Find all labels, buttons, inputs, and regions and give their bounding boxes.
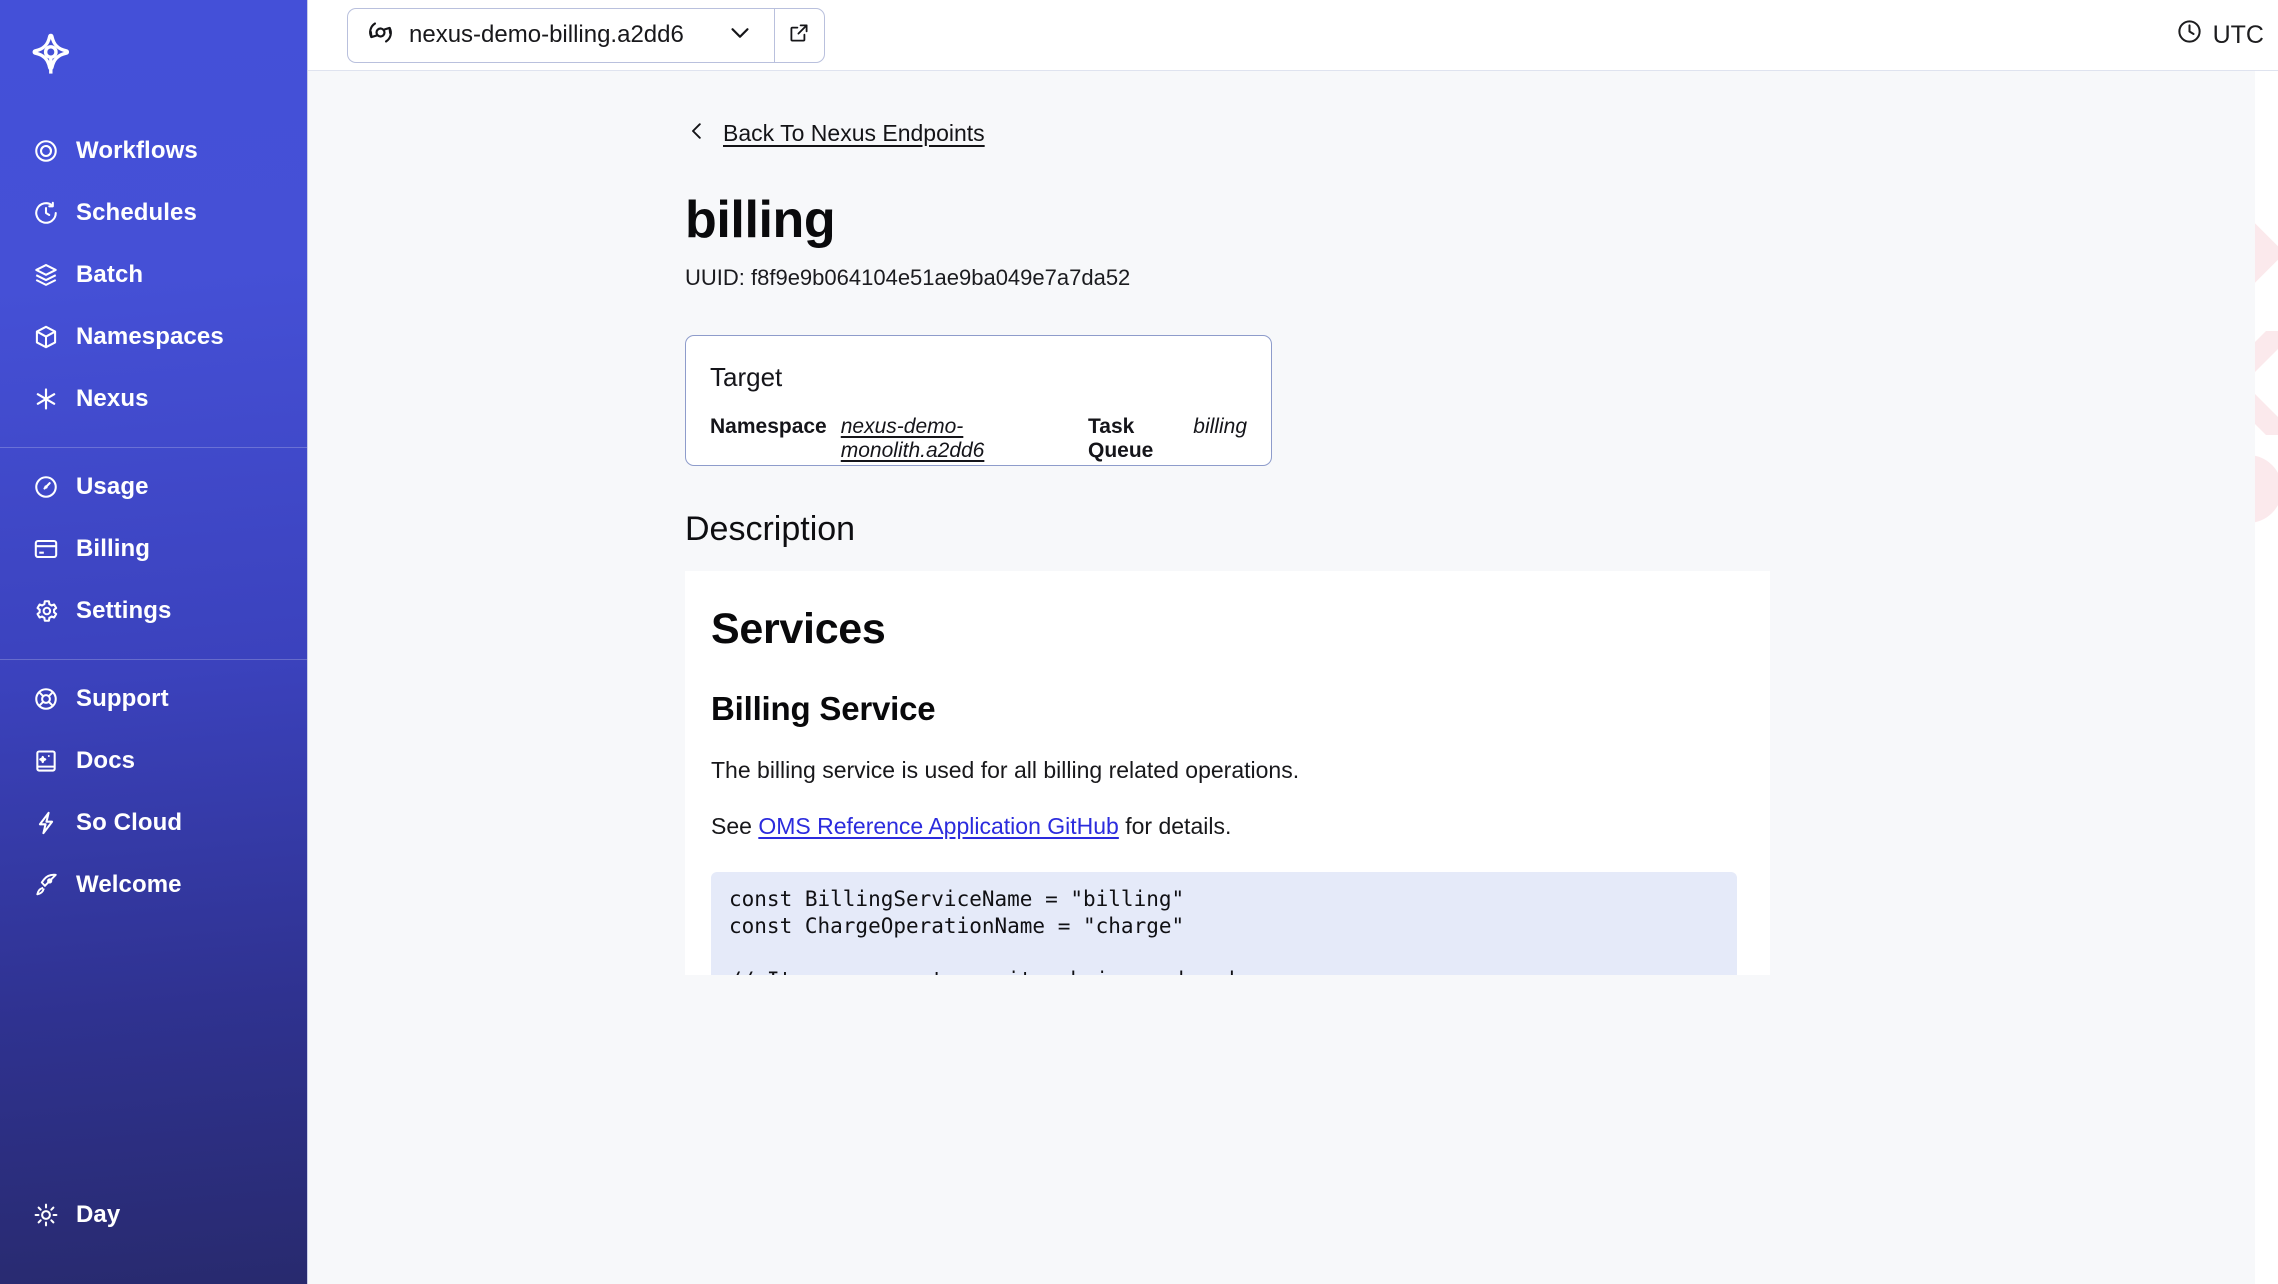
top-bar: nexus-demo-billing.a2dd6 UTC [308, 0, 2278, 71]
sidebar-item-label: Namespaces [76, 323, 224, 350]
sidebar-item-label: Billing [76, 535, 151, 562]
docs-book-icon [32, 747, 60, 775]
app-logo[interactable] [0, 0, 307, 112]
endpoint-uuid: UUID: f8f9e9b064104e51ae9ba049e7a7da52 [685, 265, 1131, 290]
support-lifebuoy-icon [32, 685, 60, 713]
markdown-h1-services: Services [711, 605, 886, 653]
namespaces-cube-icon [32, 323, 60, 351]
timezone-indicator[interactable]: UTC [2176, 18, 2264, 52]
nexus-asterisk-icon [32, 385, 60, 413]
sidebar-item-so-cloud[interactable]: So Cloud [0, 792, 307, 854]
sidebar-item-welcome[interactable]: Welcome [0, 854, 307, 916]
target-namespace-key: Namespace [710, 415, 827, 438]
chevron-down-icon [726, 19, 754, 52]
sidebar-item-support[interactable]: Support [0, 668, 307, 730]
target-task-queue-key: Task Queue [1088, 415, 1154, 462]
markdown-see-line: See OMS Reference Application GitHub for… [711, 813, 1770, 840]
page-content: Back To Nexus Endpoints billing UUID: f8… [308, 71, 2278, 1284]
sidebar-item-workflows[interactable]: Workflows [0, 120, 307, 182]
usage-gauge-icon [32, 473, 60, 501]
batch-layers-icon [32, 261, 60, 289]
sidebar-item-usage[interactable]: Usage [0, 456, 307, 518]
description-panel: Services Billing Service The billing ser… [685, 571, 1770, 975]
sidebar-item-docs[interactable]: Docs [0, 730, 307, 792]
external-link-icon [787, 21, 811, 50]
welcome-rocket-icon [32, 871, 60, 899]
clock-icon [2176, 18, 2203, 52]
namespace-sync-icon [366, 18, 395, 52]
namespace-value: nexus-demo-billing.a2dd6 [409, 21, 684, 48]
settings-gear-icon [32, 597, 60, 625]
see-suffix: for details. [1118, 813, 1232, 839]
sidebar-group-account: Usage Billing Settings [0, 448, 307, 660]
sidebar-item-schedules[interactable]: Schedules [0, 182, 307, 244]
sidebar-item-label: Usage [76, 473, 149, 500]
markdown-paragraph: The billing service is used for all bill… [711, 757, 1300, 783]
namespace-selector: nexus-demo-billing.a2dd6 [347, 7, 825, 63]
temporal-logo-icon [28, 32, 76, 80]
oms-reference-application-github-link[interactable]: OMS Reference Application GitHub [758, 813, 1119, 839]
main-area: nexus-demo-billing.a2dd6 UTC Back To Nex… [308, 0, 2278, 1284]
sidebar-group-help: Support Docs So Cloud Welcome [0, 660, 307, 934]
timezone-label: UTC [2212, 20, 2264, 49]
sidebar: Workflows Schedules Batch Namespaces Nex… [0, 0, 308, 1284]
workflows-icon [32, 137, 60, 165]
markdown-h2-billing-service: Billing Service [711, 690, 936, 727]
open-namespace-external-button[interactable] [773, 7, 825, 63]
sidebar-item-label: Support [76, 685, 169, 712]
billing-card-icon [32, 535, 60, 563]
target-task-queue-value: billing [1193, 415, 1247, 438]
app-root: Workflows Schedules Batch Namespaces Nex… [0, 0, 2278, 1284]
description-heading: Description [685, 510, 856, 548]
sidebar-group-primary: Workflows Schedules Batch Namespaces Nex… [0, 112, 307, 448]
sun-icon [32, 1201, 60, 1229]
sidebar-item-label: Nexus [76, 385, 149, 412]
decorative-chevrons [2255, 221, 2278, 523]
theme-toggle-label: Day [76, 1201, 121, 1228]
schedules-clock-icon [32, 199, 60, 227]
sidebar-item-nexus[interactable]: Nexus [0, 368, 307, 430]
sidebar-item-label: Batch [76, 261, 144, 288]
so-cloud-bolt-icon [32, 809, 60, 837]
target-namespace-value[interactable]: nexus-demo-monolith.a2dd6 [841, 415, 1048, 463]
sidebar-item-label: Schedules [76, 199, 197, 226]
see-prefix: See [711, 813, 759, 839]
sidebar-item-label: Docs [76, 747, 136, 774]
sidebar-group-theme: Day [0, 1184, 307, 1284]
sidebar-item-settings[interactable]: Settings [0, 580, 307, 642]
sidebar-item-label: Settings [76, 597, 172, 624]
sidebar-item-batch[interactable]: Batch [0, 244, 307, 306]
target-card-title: Target [710, 362, 783, 392]
sidebar-item-label: So Cloud [76, 809, 183, 836]
sidebar-item-label: Workflows [76, 137, 198, 164]
sidebar-item-namespaces[interactable]: Namespaces [0, 306, 307, 368]
sidebar-item-billing[interactable]: Billing [0, 518, 307, 580]
markdown-code-block: const BillingServiceName = "billing" con… [711, 872, 1737, 975]
namespace-dropdown[interactable]: nexus-demo-billing.a2dd6 [347, 7, 774, 63]
right-decorative-panel [2255, 71, 2278, 1284]
sidebar-item-label: Welcome [76, 871, 182, 898]
page-title: billing [685, 191, 836, 249]
back-link-label: Back To Nexus Endpoints [723, 120, 985, 146]
theme-toggle[interactable]: Day [0, 1184, 307, 1246]
target-card: Target Namespace nexus-demo-monolith.a2d… [685, 335, 1272, 466]
chevron-left-icon [685, 119, 709, 148]
target-card-fields: Namespace nexus-demo-monolith.a2dd6 Task… [710, 415, 1247, 463]
back-to-nexus-endpoints-link[interactable]: Back To Nexus Endpoints [685, 119, 985, 148]
